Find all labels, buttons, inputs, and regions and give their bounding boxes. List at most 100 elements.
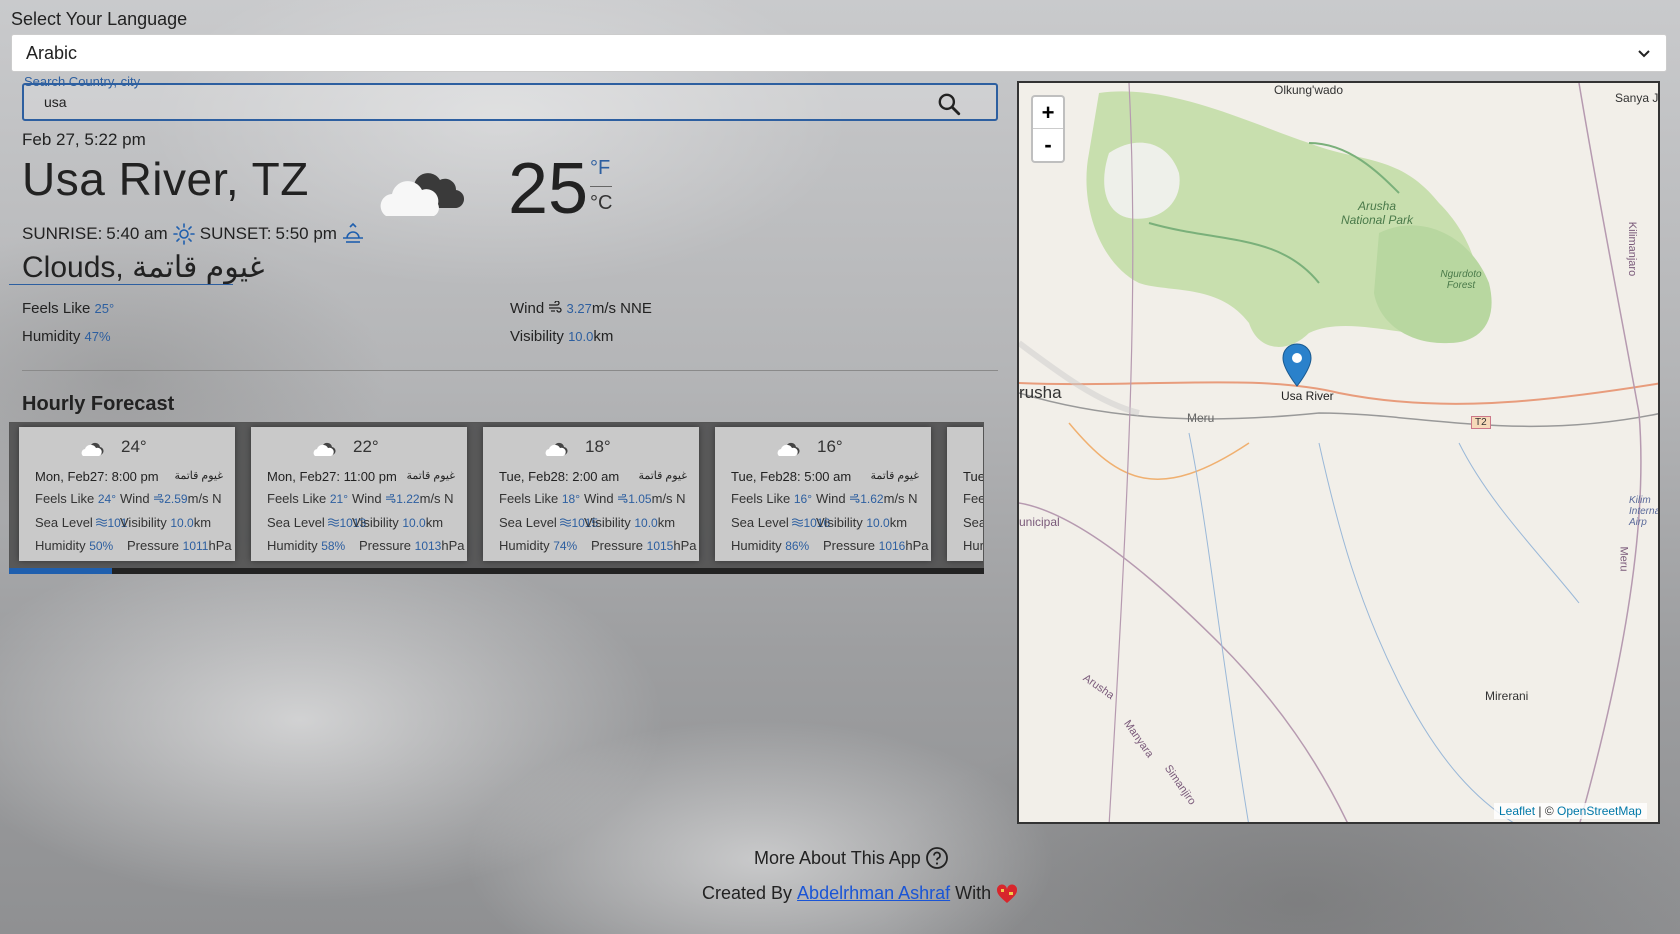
- help-icon: [925, 847, 948, 869]
- hourly-card: 22° Mon, Feb27: 11:00 pm غيوم قاتمة Feels L…: [251, 427, 467, 561]
- search-input[interactable]: [22, 83, 998, 121]
- humidity-value: 47: [84, 329, 99, 344]
- hourly-pressure: Pressure 1011hPa: [127, 538, 232, 553]
- hourly-pressure: Pressure 1016hPa: [823, 538, 929, 553]
- hourly-wind: Wind 2.59m/s N: [120, 491, 222, 506]
- hourly-description: غيوم قاتمة: [174, 470, 223, 482]
- current-temperature: 25: [508, 149, 589, 229]
- hourly-visibility: Visibility 10.0km: [584, 515, 676, 530]
- hourly-pressure: Pressure 1015hPa: [591, 538, 697, 553]
- language-select[interactable]: Arabic: [11, 34, 1667, 72]
- clouds-icon: [380, 173, 465, 216]
- feels-like: Feels Like 25°: [22, 300, 114, 317]
- sunrise-label: SUNRISE:: [22, 224, 103, 243]
- map-label-ngurdoto: Ngurdoto Forest: [1440, 269, 1482, 291]
- wind-value: 3.27: [566, 301, 592, 316]
- hourly-time: Tue, Feb28: 5:00 am: [731, 469, 852, 484]
- heart-icon: [997, 883, 1018, 903]
- hourly-temp: 16°: [817, 437, 843, 456]
- hourly-temp: 22°: [353, 437, 379, 456]
- hourly-feels-label: Fee: [963, 491, 984, 506]
- hourly-feels: Feels Like 24°: [35, 491, 117, 506]
- visibility-value: 10.0: [568, 329, 594, 344]
- zoom-out-button[interactable]: -: [1033, 129, 1063, 161]
- map-label-mirerani: Mirerani: [1485, 689, 1529, 703]
- map-zoom-control: + -: [1031, 95, 1065, 163]
- humidity-unit: %: [99, 329, 111, 344]
- sunset-time: 5:50 pm: [275, 224, 337, 243]
- section-divider: [22, 370, 998, 371]
- hourly-time: Tue, Feb28: 2:00 am: [499, 469, 620, 484]
- hourly-description: غيوم قاتمة: [870, 470, 919, 482]
- current-date: Feb 27, 5:22 pm: [22, 130, 146, 149]
- hourly-feels: Feels Like 18°: [499, 491, 581, 506]
- wind-icon: [549, 300, 562, 313]
- leaflet-link[interactable]: Leaflet: [1499, 804, 1535, 818]
- chevron-down-icon: [1638, 50, 1650, 58]
- map-label-t2: T2: [1471, 416, 1491, 429]
- wind-unit: m/s NNE: [591, 300, 652, 317]
- humidity: Humidity 47%: [22, 328, 111, 345]
- wind: Wind 3.27m/s NNE: [510, 300, 652, 317]
- feels-like-label: Feels Like: [22, 300, 91, 317]
- hourly-scrollbar-thumb[interactable]: [9, 568, 112, 574]
- hourly-forecast-scroller[interactable]: 24° Mon, Feb27: 8:00 pm غيوم قاتمة Feels Li…: [9, 422, 984, 574]
- unit-separator: [590, 186, 612, 187]
- language-selected-value: Arabic: [26, 42, 78, 63]
- hourly-humidity-label: Hur: [963, 538, 984, 553]
- map-marker-label: Usa River: [1281, 389, 1334, 403]
- search-value: usa: [44, 94, 67, 110]
- waves-icon: [328, 518, 340, 527]
- cloud-icon: [81, 442, 104, 456]
- waves-icon: [96, 518, 108, 527]
- sun-times: SUNRISE: 5:40 am SUNSET: 5:50 pm: [22, 222, 365, 246]
- city-name: Usa River, TZ: [22, 153, 309, 205]
- map-marker-icon[interactable]: [1282, 343, 1312, 387]
- map-label-kilimanjaro-airport: Kilim Interna Airp: [1629, 495, 1660, 528]
- hourly-card: 18° Tue, Feb28: 2:00 am غيوم قاتمة Feels Li…: [483, 427, 699, 561]
- cloud-icon: [777, 442, 800, 456]
- search-legend: Search Country, city: [24, 74, 141, 89]
- sunrise-icon: [172, 223, 195, 245]
- visibility: Visibility 10.0km: [510, 328, 613, 345]
- hourly-sea-level: Sea Level 101: [35, 515, 128, 530]
- unit-fahrenheit-toggle[interactable]: °F: [590, 157, 610, 180]
- map-label-sanya: Sanya J: [1615, 91, 1659, 105]
- hourly-feels: Feels Like 16°: [731, 491, 813, 506]
- map-attribution: Leaflet | © OpenStreetMap: [1494, 803, 1647, 819]
- humidity-label: Humidity: [22, 328, 81, 345]
- map-label-kilimanjaro: Kilimanjaro: [1626, 221, 1639, 277]
- with-label: With: [955, 883, 992, 903]
- visibility-unit: km: [593, 328, 614, 345]
- hourly-wind: Wind 1.22m/s N: [352, 491, 454, 506]
- waves-icon: [792, 518, 804, 527]
- wind-icon: [154, 493, 164, 503]
- hourly-sea-label: Sea: [963, 515, 984, 530]
- map-tiles: [1019, 83, 1658, 822]
- unit-celsius-toggle[interactable]: °C: [590, 192, 612, 215]
- more-about-app-link[interactable]: More About This App: [754, 846, 949, 870]
- osm-link[interactable]: OpenStreetMap: [1557, 804, 1642, 818]
- wind-label: Wind: [510, 300, 545, 317]
- hourly-wind: Wind 1.62m/s N: [816, 491, 918, 506]
- map-label-olkungwado: Olkung'wado: [1274, 83, 1343, 97]
- hourly-scrollbar[interactable]: [9, 568, 984, 574]
- wind-icon: [618, 493, 628, 503]
- author-link[interactable]: Abdelrhman Ashraf: [797, 883, 950, 904]
- wind-icon: [850, 493, 860, 503]
- condition-underline: [9, 284, 233, 285]
- hourly-humidity: Humidity 74%: [499, 538, 578, 553]
- map-label-meru: Meru: [1187, 411, 1215, 425]
- hourly-visibility: Visibility 10.0km: [120, 515, 212, 530]
- hourly-temp: 24°: [121, 437, 147, 456]
- created-by-label: Created By: [702, 883, 793, 903]
- search-icon[interactable]: [936, 91, 962, 117]
- hourly-description: غيوم قاتمة: [406, 470, 455, 482]
- hourly-wind: Wind 1.05m/s N: [584, 491, 686, 506]
- hourly-feels: Feels Like 21°: [267, 491, 349, 506]
- map[interactable]: Olkung'wado Sanya J Arusha National Park…: [1017, 81, 1660, 824]
- zoom-in-button[interactable]: +: [1033, 97, 1063, 129]
- hourly-humidity: Humidity 50%: [35, 538, 114, 553]
- hourly-card: 16° Tue, Feb28: 5:00 am غيوم قاتمة Feels Li…: [715, 427, 931, 561]
- hourly-visibility: Visibility 10.0km: [816, 515, 908, 530]
